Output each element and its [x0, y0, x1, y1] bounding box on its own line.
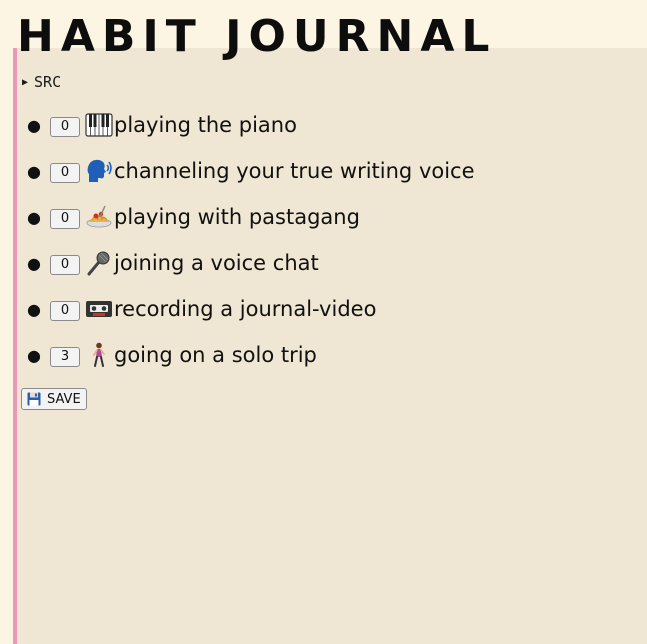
videocassette-icon	[85, 296, 114, 322]
person-walking-icon	[85, 342, 114, 368]
bullet: ●	[27, 207, 41, 227]
src-details-toggle[interactable]: ▶ SRC	[22, 73, 61, 91]
save-button[interactable]: SAVE	[21, 388, 87, 410]
habit-count-button[interactable]: 3	[50, 347, 80, 367]
habit-item-voice-chat: ● 0 joining a voice chat	[22, 240, 475, 286]
habit-count-button[interactable]: 0	[50, 117, 80, 137]
habit-count-button[interactable]: 0	[50, 255, 80, 275]
bullet: ●	[27, 345, 41, 365]
habit-item-writing-voice: ● 0 channeling your true writing voice	[22, 148, 475, 194]
habit-label: playing with pastagang	[114, 205, 360, 229]
microphone-icon	[85, 250, 114, 276]
habit-label: joining a voice chat	[114, 251, 319, 275]
habit-label: playing the piano	[114, 113, 297, 137]
habit-label: going on a solo trip	[114, 343, 317, 367]
page-title: HABIT JOURNAL	[17, 11, 497, 62]
habit-label: channeling your true writing voice	[114, 159, 475, 183]
bullet: ●	[27, 115, 41, 135]
floppy-disk-icon	[27, 392, 41, 406]
src-summary-label: SRC	[34, 73, 62, 91]
save-button-label: SAVE	[47, 391, 81, 407]
habit-count-button[interactable]: 0	[50, 301, 80, 321]
habit-item-journal-video: ● 0 recording a journal-video	[22, 286, 475, 332]
habit-item-piano: ● 0 playing the piano	[22, 102, 475, 148]
disclosure-triangle-icon: ▶	[22, 76, 29, 88]
habit-item-pastagang: ● 0 playing with pastagang	[22, 194, 475, 240]
bullet: ●	[27, 161, 41, 181]
habit-count-button[interactable]: 0	[50, 209, 80, 229]
speaking-head-icon	[85, 158, 114, 184]
habit-item-solo-trip: ● 3 going on a solo trip	[22, 332, 475, 378]
habit-list: ● 0 playing the piano ● 0 channeling you…	[22, 102, 475, 378]
piano-keys-icon	[85, 112, 114, 138]
bullet: ●	[27, 299, 41, 319]
journal-panel: ▶ SRC ● 0 playing the piano ● 0 channeli…	[13, 48, 647, 644]
habit-count-button[interactable]: 0	[50, 163, 80, 183]
bullet: ●	[27, 253, 41, 273]
spaghetti-icon	[85, 204, 114, 230]
habit-label: recording a journal-video	[114, 297, 377, 321]
habit-journal-page: HABIT JOURNAL ▶ SRC ● 0 playing the pian…	[0, 0, 647, 644]
